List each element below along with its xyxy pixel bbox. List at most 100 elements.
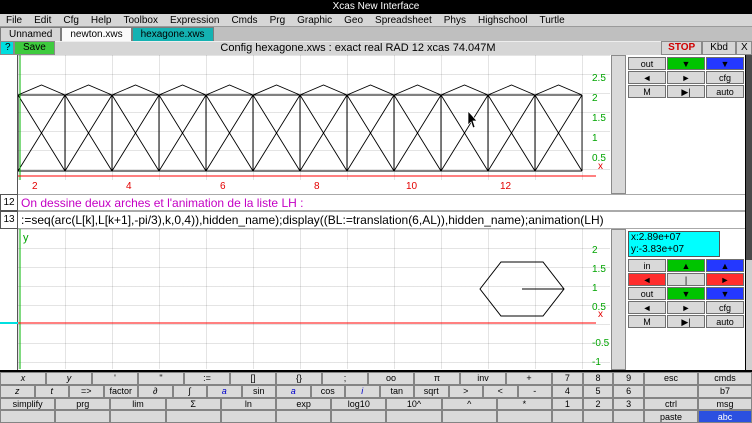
kbd-key[interactable]: log10	[331, 398, 386, 411]
kbd-key[interactable]	[55, 410, 110, 423]
graph-pan-cfg-button[interactable]: cfg	[706, 71, 744, 84]
kbd-numkey[interactable]: 1	[552, 398, 583, 411]
kbd-side-key[interactable]: cmds	[698, 372, 752, 385]
window-titlebar[interactable]: Xcas New Interface	[0, 0, 752, 14]
kbd-side-key[interactable]	[644, 385, 698, 398]
kbd-key[interactable]: sqrt	[414, 385, 449, 398]
graph-zoom-in-row-button[interactable]: ▲	[667, 259, 705, 272]
graph-scroll-row-button[interactable]: |	[667, 273, 705, 286]
kbd-numkey[interactable]: 5	[583, 385, 614, 398]
menu-item[interactable]: Turtle	[533, 15, 570, 26]
session-tab[interactable]: Unnamed	[0, 27, 61, 41]
kbd-key[interactable]: {}	[276, 372, 322, 385]
kbd-key[interactable]	[166, 410, 221, 423]
help-button[interactable]: ?	[0, 41, 14, 55]
kbd-numkey[interactable]: 9	[613, 372, 644, 385]
kbd-key[interactable]	[386, 410, 441, 423]
kbd-key[interactable]: prg	[55, 398, 110, 411]
kbd-side-key[interactable]: msg	[698, 398, 752, 411]
stop-button[interactable]: STOP	[661, 41, 702, 55]
kbd-key[interactable]: a	[207, 385, 242, 398]
kbd-side-key[interactable]: b7	[698, 385, 752, 398]
menu-item[interactable]: Prg	[264, 15, 292, 26]
graph2-scrollbar[interactable]	[611, 229, 626, 370]
kbd-side-key[interactable]: esc	[644, 372, 698, 385]
graph-pan-cfg-button[interactable]: ◄	[628, 301, 666, 314]
kbd-numkey[interactable]: 6	[613, 385, 644, 398]
kbd-key[interactable]: π	[414, 372, 460, 385]
graph-zoom-out-row-button[interactable]: ▼	[706, 57, 744, 70]
kbd-side-key[interactable]: paste	[644, 410, 698, 423]
kbd-key[interactable]: factor	[104, 385, 139, 398]
kbd-key[interactable]: <	[483, 385, 518, 398]
kbd-key[interactable]: ∂	[138, 385, 173, 398]
kbd-toggle-button[interactable]: Kbd	[702, 41, 736, 55]
kbd-numkey[interactable]: 8	[583, 372, 614, 385]
close-session-button[interactable]: X	[736, 41, 752, 55]
kbd-key[interactable]: ^	[442, 398, 497, 411]
kbd-key[interactable]: []	[230, 372, 276, 385]
graph-zoom-out-row-button[interactable]: out	[628, 287, 666, 300]
level-number[interactable]: 13	[0, 211, 18, 229]
kbd-key[interactable]: *	[497, 398, 552, 411]
kbd-numkey[interactable]	[552, 410, 583, 423]
config-button[interactable]: Config hexagone.xws : exact real RAD 12 …	[55, 41, 661, 55]
session-tab[interactable]: hexagone.xws	[132, 27, 214, 41]
graph-anim-button[interactable]: auto	[706, 315, 744, 328]
kbd-key[interactable]: y	[46, 372, 92, 385]
graph-zoom-out-row-button[interactable]: out	[628, 57, 666, 70]
kbd-key[interactable]: simplify	[0, 398, 55, 411]
kbd-key[interactable]: =>	[69, 385, 104, 398]
kbd-numkey[interactable]	[613, 410, 644, 423]
kbd-key[interactable]: >	[449, 385, 484, 398]
menu-item[interactable]: Highschool	[472, 15, 533, 26]
graph-pan-cfg-button[interactable]: ►	[667, 71, 705, 84]
menu-item[interactable]: Cfg	[57, 15, 85, 26]
graph-scroll-row-button[interactable]: ►	[706, 273, 744, 286]
kbd-key[interactable]: Σ	[166, 398, 221, 411]
level-number[interactable]: 12	[0, 194, 18, 211]
kbd-key[interactable]: cos	[311, 385, 346, 398]
kbd-key[interactable]: ln	[221, 398, 276, 411]
menu-item[interactable]: Phys	[438, 15, 472, 26]
menu-item[interactable]: Toolbox	[118, 15, 164, 26]
graph2-canvas[interactable]: y 21.510.5 -0.5-1 x	[18, 229, 610, 369]
session-tab[interactable]: newton.xws	[61, 27, 131, 41]
kbd-key[interactable]: z	[0, 385, 35, 398]
session-scrollbar[interactable]	[745, 55, 752, 370]
kbd-key[interactable]: :=	[184, 372, 230, 385]
graph-anim-button[interactable]: auto	[706, 85, 744, 98]
kbd-key[interactable]: inv	[460, 372, 506, 385]
graph-zoom-out-row-button[interactable]: ▼	[667, 57, 705, 70]
kbd-key[interactable]: "	[138, 372, 184, 385]
kbd-side-key[interactable]: ctrl	[644, 398, 698, 411]
graph-zoom-out-row-button[interactable]: ▼	[706, 287, 744, 300]
graph-zoom-out-row-button[interactable]: ▼	[667, 287, 705, 300]
menu-item[interactable]: Help	[85, 15, 118, 26]
graph-pan-cfg-button[interactable]: cfg	[706, 301, 744, 314]
menu-item[interactable]: Graphic	[291, 15, 338, 26]
graph-zoom-in-row-button[interactable]: ▲	[706, 259, 744, 272]
graph1-canvas[interactable]: 2.521.510.5 x	[18, 55, 610, 180]
kbd-key[interactable]: ∫	[173, 385, 208, 398]
menu-item[interactable]: Spreadsheet	[369, 15, 438, 26]
menu-item[interactable]: Geo	[338, 15, 369, 26]
kbd-key[interactable]: oo	[368, 372, 414, 385]
menu-item[interactable]: Expression	[164, 15, 225, 26]
menu-item[interactable]: Cmds	[225, 15, 263, 26]
save-button[interactable]: Save	[14, 41, 55, 55]
kbd-key[interactable]: tan	[380, 385, 415, 398]
kbd-key[interactable]	[442, 410, 497, 423]
menu-item[interactable]: File	[0, 15, 28, 26]
kbd-numkey[interactable]: 7	[552, 372, 583, 385]
kbd-key[interactable]	[331, 410, 386, 423]
kbd-key[interactable]: -	[518, 385, 553, 398]
kbd-numkey[interactable]: 4	[552, 385, 583, 398]
command-input[interactable]: :=seq(arc(L[k],L[k+1],-pi/3),k,0,4)),hid…	[18, 211, 745, 229]
kbd-key[interactable]	[110, 410, 165, 423]
kbd-key[interactable]	[276, 410, 331, 423]
comment-text[interactable]: On dessine deux arches et l'animation de…	[18, 194, 745, 211]
kbd-numkey[interactable]	[583, 410, 614, 423]
graph-anim-button[interactable]: M	[628, 85, 666, 98]
kbd-key[interactable]: 10^	[386, 398, 441, 411]
